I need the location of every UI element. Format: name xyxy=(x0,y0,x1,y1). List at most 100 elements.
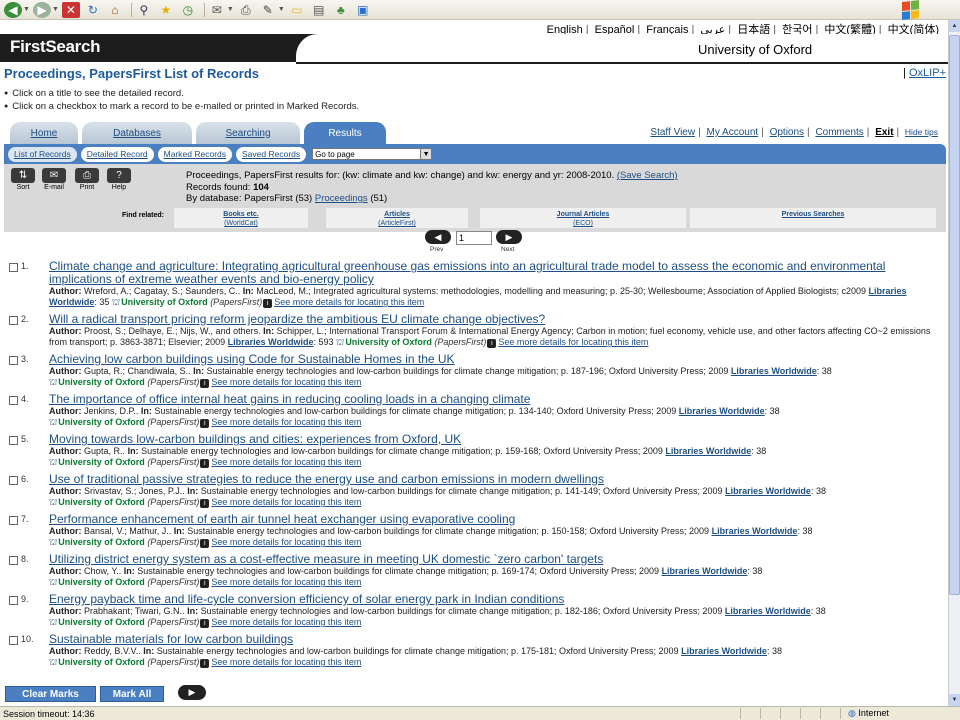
scroll-thumb[interactable] xyxy=(949,35,960,595)
record-title-link[interactable]: Will a radical transport pricing reform … xyxy=(49,313,939,326)
record-checkbox[interactable] xyxy=(9,356,18,365)
staff-view-link[interactable]: Staff View xyxy=(650,127,695,138)
record-title-link[interactable]: Performance enhancement of earth air tun… xyxy=(49,513,939,526)
scroll-down-icon[interactable]: ▼ xyxy=(949,694,960,706)
info-icon[interactable]: i xyxy=(200,419,210,428)
more-details-link[interactable]: See more details for locating this item xyxy=(211,417,361,427)
mail-icon[interactable]: ✉ xyxy=(208,2,226,18)
libraries-worldwide-link[interactable]: Libraries Worldwide xyxy=(681,646,767,656)
record-checkbox[interactable] xyxy=(9,636,18,645)
info-icon[interactable]: i xyxy=(200,499,210,508)
stop-icon[interactable]: ✕ xyxy=(61,1,80,18)
tab-results[interactable]: Results xyxy=(304,122,386,144)
libraries-worldwide-link[interactable]: Libraries Worldwide xyxy=(731,366,817,376)
info-icon[interactable]: i xyxy=(200,619,210,628)
library-name[interactable]: University of Oxford xyxy=(58,497,145,507)
home-icon[interactable]: ⌂ xyxy=(106,2,124,18)
tab-searching[interactable]: Searching xyxy=(196,122,300,144)
record-title-link[interactable]: The importance of office internal heat g… xyxy=(49,393,939,406)
more-details-link[interactable]: See more details for locating this item xyxy=(211,617,361,627)
tab-home[interactable]: Home xyxy=(10,122,78,144)
scroll-up-icon[interactable]: ▲ xyxy=(949,20,960,32)
related-books-source[interactable]: (WorldCat) xyxy=(224,220,258,227)
record-title-link[interactable]: Moving towards low-carbon buildings and … xyxy=(49,433,939,446)
more-details-link[interactable]: See more details for locating this item xyxy=(211,497,361,507)
record-title-link[interactable]: Climate change and agriculture: Integrat… xyxy=(49,260,939,286)
record-title-link[interactable]: Sustainable materials for low carbon bui… xyxy=(49,633,939,646)
record-title-link[interactable]: Energy payback time and life-cycle conve… xyxy=(49,593,939,606)
related-books-link[interactable]: Books etc. xyxy=(223,211,258,218)
library-name[interactable]: University of Oxford xyxy=(58,577,145,587)
next-page-bottom-button[interactable]: ▶ xyxy=(178,685,206,700)
sort-button[interactable]: ⇅ Sort xyxy=(10,168,36,191)
libraries-worldwide-link[interactable]: Libraries Worldwide xyxy=(725,486,811,496)
more-details-link[interactable]: See more details for locating this item xyxy=(211,657,361,667)
info-icon[interactable]: i xyxy=(200,459,210,468)
info-icon[interactable]: i xyxy=(200,659,210,668)
mark-all-button[interactable]: Mark All xyxy=(100,686,164,702)
libraries-worldwide-link[interactable]: Libraries Worldwide xyxy=(712,526,798,536)
messenger-icon[interactable]: ♣ xyxy=(332,2,350,18)
proceedings-link[interactable]: Proceedings xyxy=(315,193,368,204)
search-icon[interactable]: ⚲ xyxy=(135,2,153,18)
subtab-list-of-records[interactable]: List of Records xyxy=(8,146,77,162)
my-account-link[interactable]: My Account xyxy=(706,127,758,138)
research-icon[interactable]: ▤ xyxy=(310,2,328,18)
library-name[interactable]: University of Oxford xyxy=(345,337,432,347)
print-icon[interactable]: ⎙ xyxy=(237,2,255,18)
info-icon[interactable]: i xyxy=(200,579,210,588)
next-page-button[interactable]: ▶ xyxy=(496,230,522,244)
libraries-worldwide-link[interactable]: Libraries Worldwide xyxy=(665,446,751,456)
folder-icon[interactable]: ▭ xyxy=(288,2,306,18)
prev-page-button[interactable]: ◀ xyxy=(425,230,451,244)
libraries-worldwide-link[interactable]: Libraries Worldwide xyxy=(679,406,765,416)
library-name[interactable]: University of Oxford xyxy=(58,417,145,427)
library-name[interactable]: University of Oxford xyxy=(58,457,145,467)
record-title-link[interactable]: Use of traditional passive strategies to… xyxy=(49,473,939,486)
libraries-worldwide-link[interactable]: Libraries Worldwide xyxy=(725,606,811,616)
library-name[interactable]: University of Oxford xyxy=(121,297,208,307)
go-to-page-select[interactable]: Go to page ▼ xyxy=(312,148,433,160)
mail-dropdown-icon[interactable]: ▼ xyxy=(227,6,234,13)
back-dropdown-icon[interactable]: ▼ xyxy=(23,6,30,13)
edit-icon[interactable]: ✎ xyxy=(259,2,277,18)
record-checkbox[interactable] xyxy=(9,596,18,605)
hide-tips-link[interactable]: Hide tips xyxy=(905,127,938,137)
library-name[interactable]: University of Oxford xyxy=(58,617,145,627)
info-icon[interactable]: i xyxy=(263,299,273,308)
back-icon[interactable]: ◀ xyxy=(4,1,22,18)
help-button[interactable]: ? Help xyxy=(106,168,132,191)
record-checkbox[interactable] xyxy=(9,556,18,565)
subtab-marked-records[interactable]: Marked Records xyxy=(157,146,233,162)
libraries-worldwide-link[interactable]: Libraries Worldwide xyxy=(662,566,748,576)
screenshot-icon[interactable]: ▣ xyxy=(354,2,372,18)
email-button[interactable]: ✉ E-mail xyxy=(41,168,67,191)
more-details-link[interactable]: See more details for locating this item xyxy=(498,337,648,347)
vertical-scrollbar[interactable]: ▲ ▼ xyxy=(948,20,960,706)
record-title-link[interactable]: Utilizing district energy system as a co… xyxy=(49,553,939,566)
chevron-down-icon[interactable]: ▼ xyxy=(420,149,432,159)
forward-dropdown-icon[interactable]: ▼ xyxy=(52,6,59,13)
edit-dropdown-icon[interactable]: ▼ xyxy=(278,6,285,13)
info-icon[interactable]: i xyxy=(200,539,210,548)
options-link[interactable]: Options xyxy=(770,127,804,138)
comments-link[interactable]: Comments xyxy=(815,127,863,138)
record-checkbox[interactable] xyxy=(9,396,18,405)
tab-databases[interactable]: Databases xyxy=(82,122,192,144)
favorites-icon[interactable]: ★ xyxy=(157,2,175,18)
oxlip-link[interactable]: OxLIP+ xyxy=(909,67,946,79)
page-number-input[interactable] xyxy=(456,231,492,245)
clear-marks-button[interactable]: Clear Marks xyxy=(5,686,96,702)
library-name[interactable]: University of Oxford xyxy=(58,657,145,667)
record-checkbox[interactable] xyxy=(9,436,18,445)
info-icon[interactable]: i xyxy=(487,339,497,348)
subtab-saved-records[interactable]: Saved Records xyxy=(236,146,307,162)
info-icon[interactable]: i xyxy=(200,379,210,388)
refresh-icon[interactable]: ↻ xyxy=(84,2,102,18)
library-name[interactable]: University of Oxford xyxy=(58,537,145,547)
more-details-link[interactable]: See more details for locating this item xyxy=(211,457,361,467)
more-details-link[interactable]: See more details for locating this item xyxy=(211,537,361,547)
previous-searches-link[interactable]: Previous Searches xyxy=(782,211,845,218)
more-details-link[interactable]: See more details for locating this item xyxy=(211,577,361,587)
record-title-link[interactable]: Achieving low carbon buildings using Cod… xyxy=(49,353,939,366)
